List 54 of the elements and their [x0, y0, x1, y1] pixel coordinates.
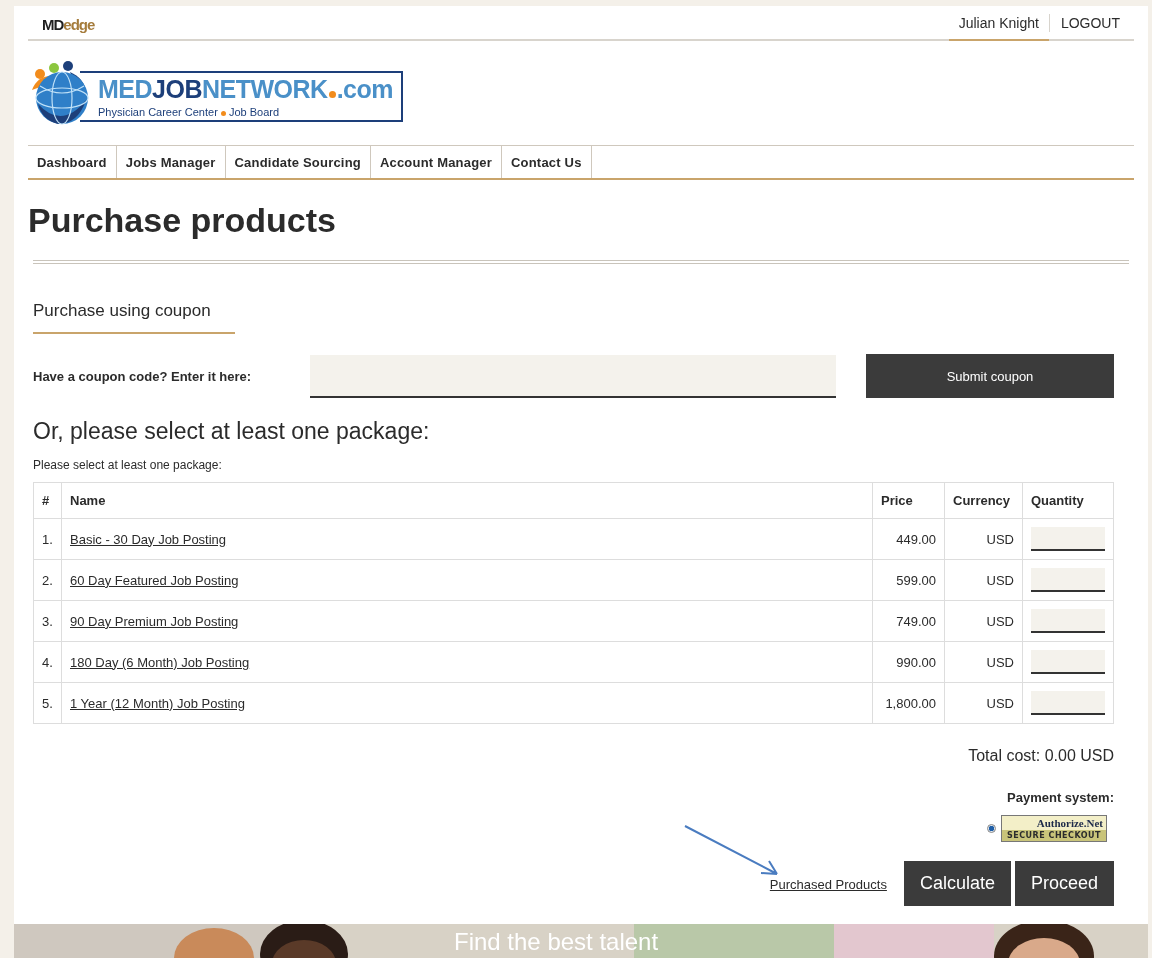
- user-name-link[interactable]: Julian Knight: [948, 6, 1049, 41]
- nav-tab[interactable]: Contact Us: [502, 146, 592, 178]
- hint-text: Please select at least one package:: [33, 458, 223, 472]
- table-cell: USD: [944, 600, 1023, 642]
- table-cell: USD: [944, 518, 1023, 560]
- quantity-field[interactable]: [1031, 691, 1105, 715]
- column-header: Price: [872, 482, 945, 519]
- logout-link[interactable]: LOGOUT: [1048, 13, 1120, 32]
- table-cell: 990.00: [872, 641, 945, 683]
- site-logo[interactable]: MEDJOBNETWORK .com Physician Career Center Job Board: [80, 71, 403, 122]
- column-header: Currency: [944, 482, 1023, 519]
- nav-tab[interactable]: Candidate Sourcing: [225, 146, 371, 178]
- table-cell: 749.00: [872, 600, 945, 642]
- table-cell: USD: [944, 559, 1023, 601]
- package-link[interactable]: 60 Day Featured Job Posting: [70, 572, 239, 588]
- brand-logo[interactable]: MDedge: [28, 6, 95, 33]
- nav-tab[interactable]: Jobs Manager: [116, 146, 226, 178]
- package-link[interactable]: 90 Day Premium Job Posting: [70, 613, 239, 629]
- quantity-field[interactable]: [1031, 650, 1105, 674]
- table-cell: 3.: [33, 600, 62, 642]
- table-cell: 449.00: [872, 518, 945, 560]
- nav-tab[interactable]: Account Manager: [370, 146, 502, 178]
- table-cell: USD: [944, 682, 1023, 724]
- page-title: Purchase products: [28, 200, 337, 240]
- nav-tab[interactable]: Dashboard: [28, 146, 117, 178]
- quantity-field[interactable]: [1031, 609, 1105, 633]
- column-header: Name: [61, 482, 873, 519]
- total-cost: Total cost: 0.00 USD: [968, 747, 1114, 765]
- package-link[interactable]: Basic - 30 Day Job Posting: [70, 531, 227, 547]
- payment-label: Payment system:: [1007, 790, 1114, 805]
- quantity-field[interactable]: [1031, 527, 1105, 551]
- table-cell: 4.: [33, 641, 62, 683]
- table-cell: 599.00: [872, 559, 945, 601]
- package-link[interactable]: 1 Year (12 Month) Job Posting: [70, 695, 245, 711]
- table-cell: 1.: [33, 518, 62, 560]
- action-button[interactable]: Calculate: [903, 861, 1011, 906]
- coupon-label: Have a coupon code? Enter it here:: [33, 368, 253, 384]
- section-heading: Or, please select at least one package:: [33, 418, 431, 445]
- column-header: #: [33, 482, 62, 519]
- banner-headline: Find the best talent: [454, 928, 659, 956]
- coupon-field[interactable]: [310, 354, 836, 398]
- action-button[interactable]: Proceed: [1014, 861, 1114, 906]
- payment-badge: Authorize.Net SECURE CHECKOUT: [1001, 815, 1107, 842]
- quantity-field[interactable]: [1031, 568, 1105, 592]
- submit-coupon-button[interactable]: Submit coupon: [866, 354, 1114, 398]
- table-cell: USD: [944, 641, 1023, 683]
- column-header: Quantity: [1022, 482, 1114, 519]
- package-link[interactable]: 180 Day (6 Month) Job Posting: [70, 654, 250, 670]
- table-cell: 2.: [33, 559, 62, 601]
- table-cell: 1,800.00: [872, 682, 945, 724]
- purchased-products-link[interactable]: Purchased Products: [769, 877, 887, 892]
- section-heading: Purchase using coupon: [33, 301, 235, 334]
- table-cell: 5.: [33, 682, 62, 724]
- radio-button[interactable]: [987, 824, 996, 833]
